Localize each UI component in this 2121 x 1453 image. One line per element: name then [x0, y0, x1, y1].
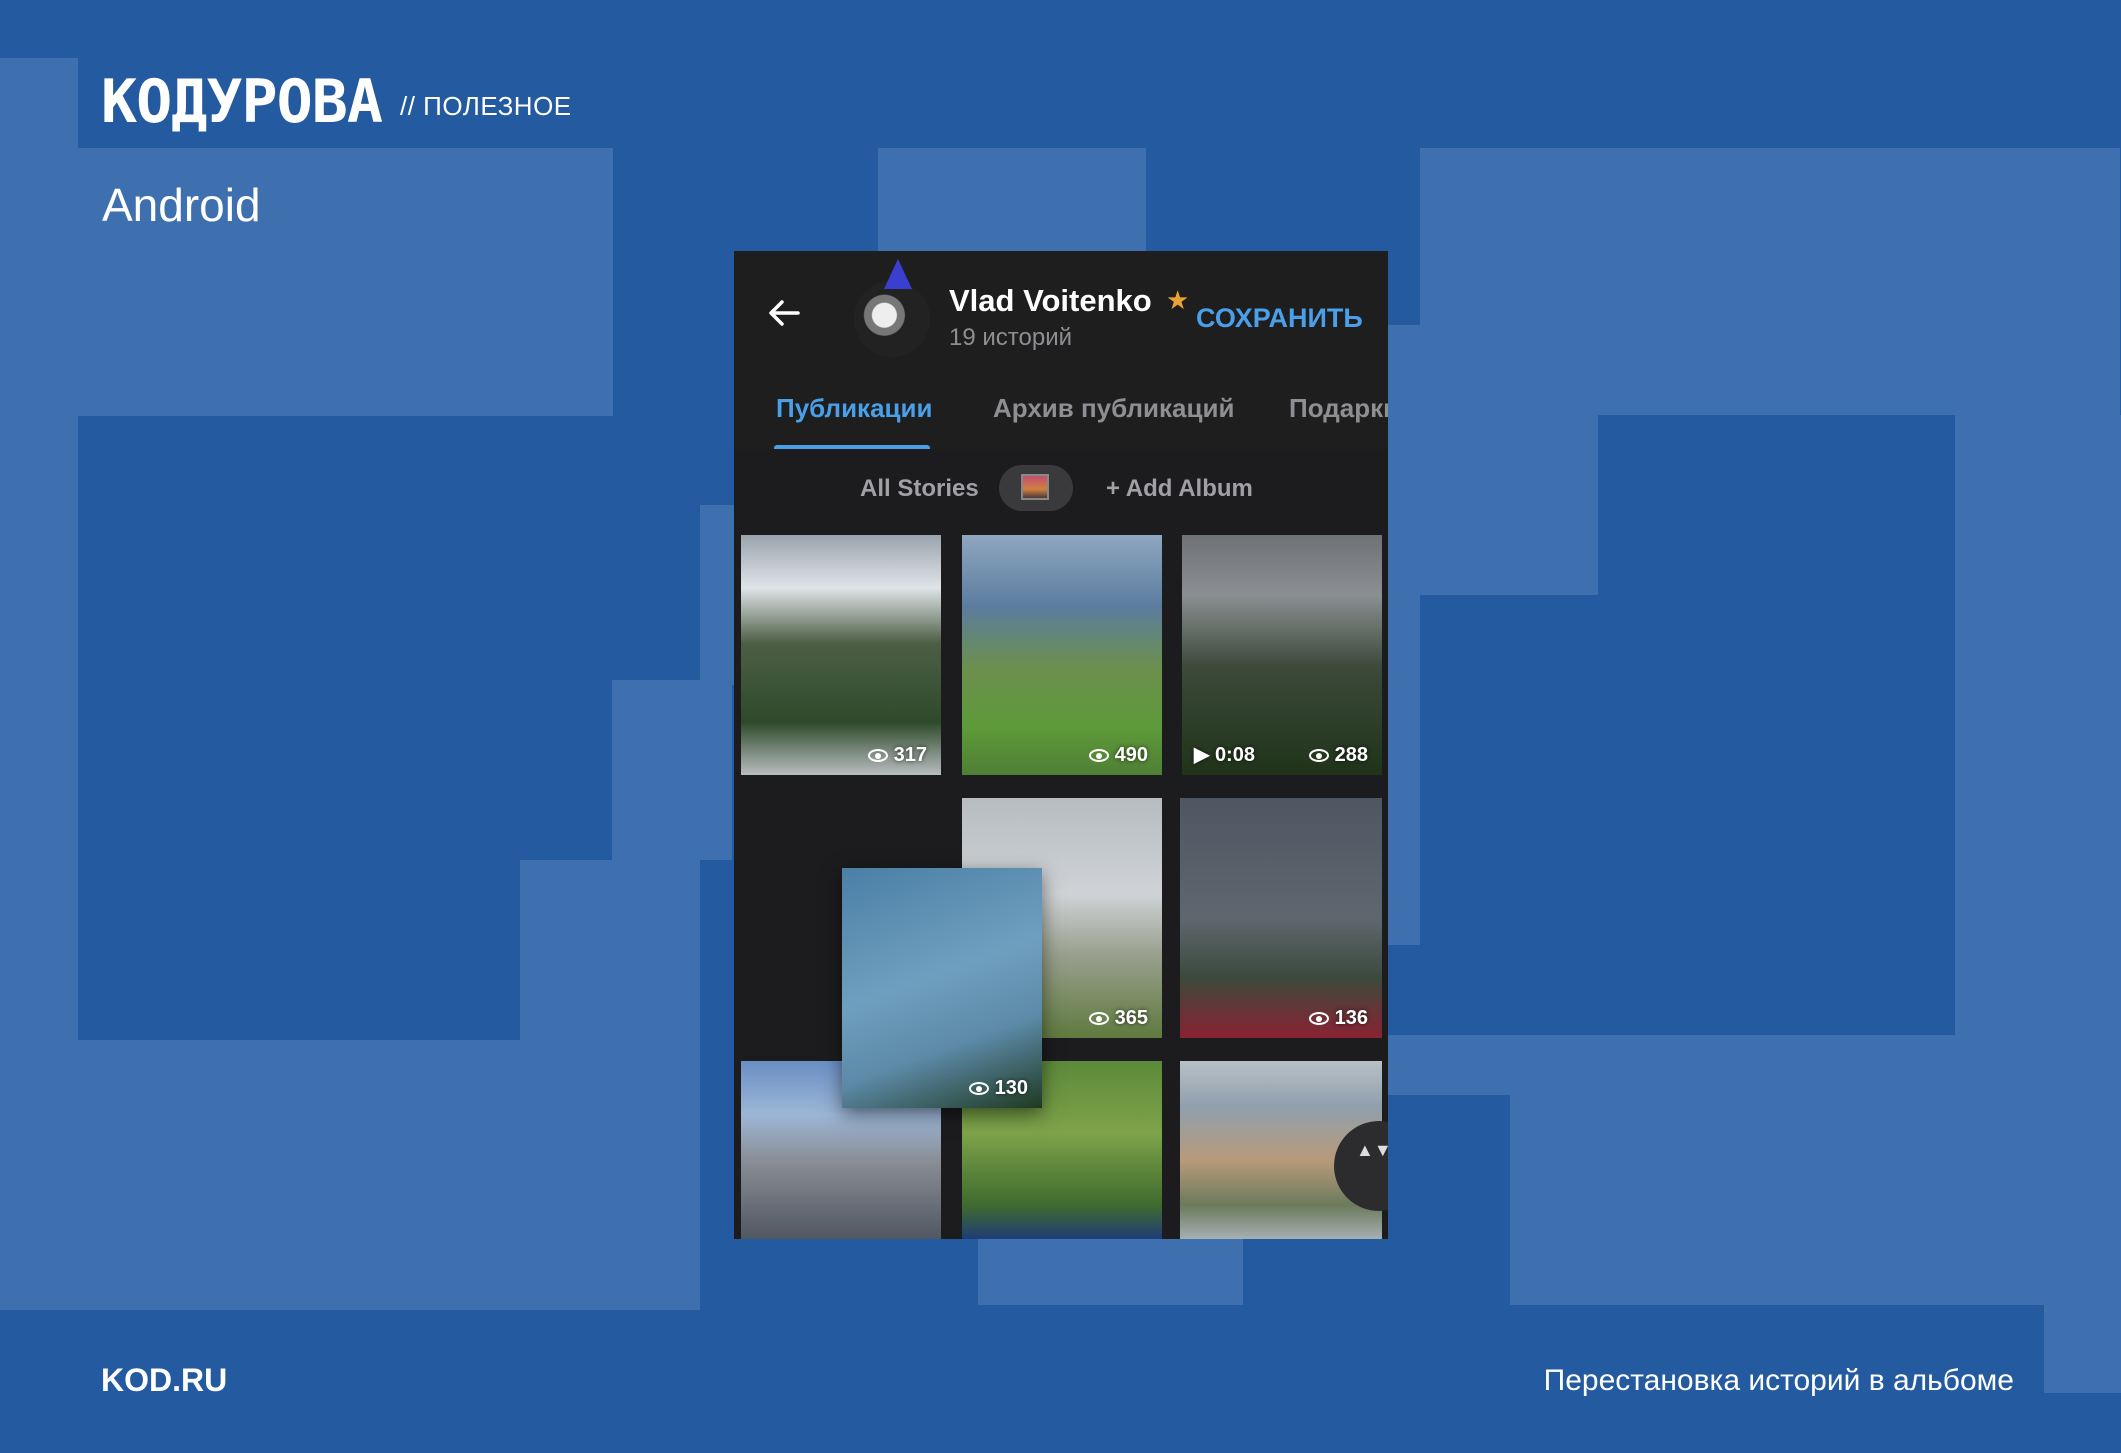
album-chip-image[interactable]: [999, 465, 1073, 511]
stories-count: 19 историй: [949, 324, 1072, 351]
bg-block: [1955, 415, 2121, 1035]
dragged-story-tile[interactable]: 130: [842, 868, 1042, 1108]
story-tile[interactable]: 490: [962, 535, 1162, 775]
eye-icon: [968, 1082, 989, 1095]
premium-emoji-icon: ★: [1166, 285, 1190, 315]
bg-block: [612, 680, 732, 860]
bg-block: [1388, 325, 1598, 595]
tab-archive[interactable]: Архив публикаций: [993, 393, 1234, 424]
eye-icon: [1088, 749, 1109, 762]
eye-icon: [1088, 1012, 1109, 1025]
tab-bar: Публикации Архив публикаций Подарки: [734, 375, 1388, 450]
albums-bar: All Stories + Add Album: [734, 449, 1388, 535]
eye-icon: [1308, 1012, 1329, 1025]
app-header: Vlad Voitenko ★ 19 историй СОХРАНИТЬ: [734, 251, 1388, 375]
bg-block: [1510, 1035, 2121, 1305]
brand-logo: КОДУРОВА: [101, 67, 383, 137]
tab-gifts[interactable]: Подарки: [1289, 393, 1388, 424]
bg-block: [878, 148, 1146, 252]
add-album-button[interactable]: + Add Album: [1106, 475, 1253, 503]
profile-name: Vlad Voitenko: [949, 283, 1152, 318]
reorder-arrows-icon: ▲▼: [1356, 1140, 1388, 1160]
platform-title: Android: [102, 179, 261, 231]
views-label: 317: [867, 744, 927, 767]
eye-icon: [867, 749, 888, 762]
views-label: 288: [1308, 744, 1368, 767]
bg-block: [520, 860, 700, 1040]
brand: КОДУРОВА // ПОЛЕЗНОЕ: [101, 72, 572, 132]
avatar[interactable]: [854, 281, 930, 357]
views-label: 365: [1088, 1007, 1148, 1030]
views-label: 130: [968, 1077, 1028, 1100]
bg-block: [700, 505, 734, 685]
eye-icon: [1308, 749, 1329, 762]
tab-publications[interactable]: Публикации: [776, 393, 932, 424]
phone-screen: Vlad Voitenko ★ 19 историй СОХРАНИТЬ Пуб…: [734, 251, 1388, 1239]
bg-block: [1388, 595, 1420, 945]
video-duration: ▶ 0:08: [1194, 744, 1255, 766]
section-label: // ПОЛЕЗНОЕ: [399, 91, 572, 121]
story-tile[interactable]: 317: [741, 535, 941, 775]
views-label: 490: [1088, 744, 1148, 767]
views-label: 136: [1308, 1007, 1368, 1030]
save-button[interactable]: СОХРАНИТЬ: [1196, 303, 1363, 334]
album-all-stories[interactable]: All Stories: [860, 475, 979, 503]
bg-block: [2044, 1305, 2121, 1393]
bg-block: [1388, 1035, 1510, 1095]
footer-caption: Перестановка историй в альбоме: [1543, 1364, 2014, 1397]
wizard-hat-icon: [884, 259, 912, 289]
footer-site: KOD.RU: [101, 1362, 228, 1398]
back-arrow-icon[interactable]: [764, 293, 804, 333]
bg-block: [0, 1040, 700, 1310]
story-tile[interactable]: ▶ 0:08 288: [1182, 535, 1382, 775]
bg-block: [978, 1239, 1243, 1305]
story-tile[interactable]: 136: [1180, 798, 1382, 1038]
album-thumbnail-icon: [1021, 474, 1049, 500]
